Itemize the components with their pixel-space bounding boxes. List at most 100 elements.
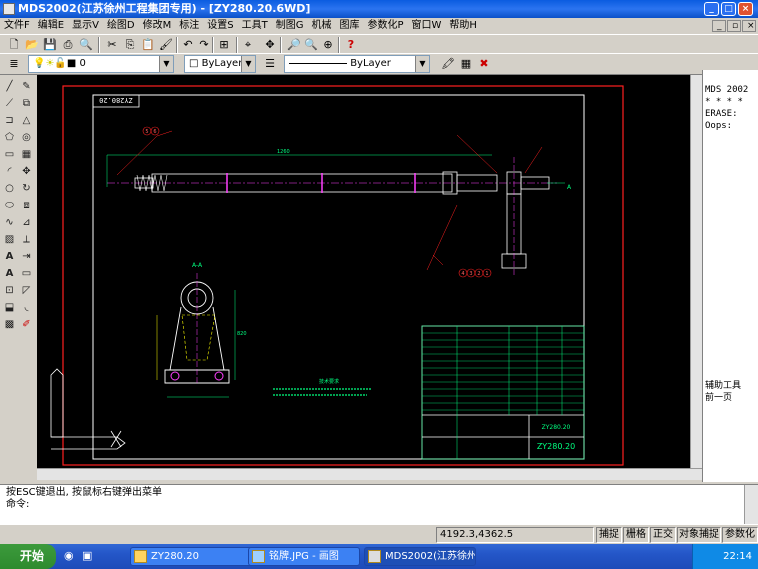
vertical-scrollbar[interactable] [690, 75, 702, 468]
move-icon[interactable]: ✥ [19, 164, 34, 179]
circle-icon[interactable]: ○ [2, 181, 17, 196]
print-icon[interactable]: ⎙ [60, 37, 76, 53]
command-scrollbar[interactable] [744, 485, 758, 525]
line-icon[interactable]: ╱ [2, 79, 17, 94]
parametric-toggle[interactable]: 参数化 [722, 527, 758, 543]
previous-page-label[interactable]: 前一页 [705, 392, 732, 404]
color-combo[interactable]: □ ByLayer ▼ [184, 55, 256, 73]
paste-icon[interactable]: 📋 [140, 37, 156, 53]
standard-toolbar: 🗋 📂 💾 ⎙ 🔍 ✂ ⎘ 📋 🖌 ↶ ↷ ⊞ ⌖ ✥ 🔎 🔍 ⊕ ? [0, 34, 758, 54]
trim-icon[interactable]: ⟂ [19, 232, 34, 247]
start-button[interactable]: 开始 [0, 544, 56, 569]
browser-quicklaunch-icon[interactable]: ◉ [64, 549, 74, 562]
taskbar: 开始 ◉ ▣ ZY280.20 铭牌.JPG - 画图 MDS2002(江苏徐州… [0, 544, 758, 569]
menu-edit[interactable]: 编辑E [34, 18, 68, 34]
chamfer-icon[interactable]: ◸ [19, 283, 34, 298]
break-icon[interactable]: ▭ [19, 266, 34, 281]
layer-manager-icon[interactable]: ≣ [6, 56, 22, 72]
menu-view[interactable]: 显示V [68, 18, 103, 34]
hatch-icon[interactable]: ▨ [2, 232, 17, 247]
cut-icon[interactable]: ✂ [104, 37, 120, 53]
command-prompt[interactable]: 命令: [6, 499, 752, 511]
menu-window[interactable]: 窗口W [408, 18, 446, 34]
menu-modify[interactable]: 修改M [139, 18, 176, 34]
menu-library[interactable]: 图库 [336, 18, 364, 34]
undo-icon[interactable]: ↶ [180, 37, 196, 53]
menu-parametric[interactable]: 参数化P [364, 18, 408, 34]
text-icon[interactable]: A [2, 249, 17, 264]
polygon-icon[interactable]: ⬠ [2, 130, 17, 145]
properties-icon[interactable]: ▦ [458, 56, 474, 72]
menu-mechanical[interactable]: 机械 [308, 18, 336, 34]
zoom-window-icon[interactable]: 🔍 [303, 37, 319, 53]
preview-icon[interactable]: 🔍 [78, 37, 94, 53]
explode-icon[interactable]: ✐ [19, 317, 34, 332]
fillet-icon[interactable]: ◟ [19, 300, 34, 315]
desktop-quicklaunch-icon[interactable]: ▣ [82, 549, 92, 562]
doc-close-button[interactable]: × [742, 20, 756, 32]
menu-file[interactable]: 文件F [0, 18, 34, 34]
stretch-icon[interactable]: ⊿ [19, 215, 34, 230]
match-prop-icon[interactable]: 🖌 [158, 37, 174, 53]
task-paint[interactable]: 铭牌.JPG - 画图 [248, 547, 360, 566]
ortho-toggle[interactable]: 正交 [650, 527, 676, 543]
save-icon[interactable]: 💾 [42, 37, 58, 53]
array-icon[interactable]: ▦ [19, 147, 34, 162]
xline-icon[interactable]: ⟋ [2, 96, 17, 111]
copy-tool-icon[interactable]: ⧉ [19, 96, 34, 111]
offset-icon[interactable]: ◎ [19, 130, 34, 145]
point-icon[interactable]: ⊡ [2, 283, 17, 298]
horizontal-scrollbar[interactable] [37, 468, 702, 480]
command-area[interactable]: 按ESC键退出, 按鼠标右键弹出菜单 命令: [0, 484, 758, 525]
chevron-down-icon[interactable]: ▼ [159, 56, 173, 72]
menu-draw[interactable]: 绘图D [103, 18, 139, 34]
polyline-icon[interactable]: ⊐ [2, 113, 17, 128]
menu-settings[interactable]: 设置S [203, 18, 237, 34]
extend-icon[interactable]: ⇥ [19, 249, 34, 264]
menu-dimension[interactable]: 标注 [175, 18, 203, 34]
doc-restore-button[interactable]: ▫ [727, 20, 741, 32]
redo-icon[interactable]: ↷ [196, 37, 212, 53]
drawing-canvas[interactable]: ZY280.20 1260 5 6 A 4 3 2 1 A-A 820 技术要求… [37, 75, 690, 468]
rotate-icon[interactable]: ↻ [19, 181, 34, 196]
help-icon[interactable]: ? [343, 37, 359, 53]
region-icon[interactable]: ⬓ [2, 300, 17, 315]
grid-toggle[interactable]: 栅格 [623, 527, 649, 543]
snap-icon[interactable]: ⌖ [240, 37, 256, 53]
task-folder[interactable]: ZY280.20 [130, 547, 252, 566]
task-mds2002[interactable]: MDS2002(江苏徐州... [364, 547, 476, 566]
doc-minimize-button[interactable]: _ [712, 20, 726, 32]
pan-icon[interactable]: ✥ [262, 37, 278, 53]
solid-icon[interactable]: ▩ [2, 317, 17, 332]
chevron-down-icon[interactable]: ▼ [241, 56, 255, 72]
layer-combo[interactable]: 💡☀🔓■ 0 ▼ [28, 55, 174, 73]
arc-icon[interactable]: ◜ [2, 164, 17, 179]
rectangle-icon[interactable]: ▭ [2, 147, 17, 162]
linetype-manager-icon[interactable]: ☰ [262, 56, 278, 72]
copy-icon[interactable]: ⎘ [122, 37, 138, 53]
close-button[interactable]: × [738, 2, 753, 16]
menu-drafting[interactable]: 制图G [272, 18, 308, 34]
zoom-realtime-icon[interactable]: 🔎 [286, 37, 302, 53]
linetype-combo[interactable]: ByLayer ▼ [284, 55, 430, 73]
minimize-button[interactable]: _ [704, 2, 719, 16]
spline-icon[interactable]: ∿ [2, 215, 17, 230]
mirror-icon[interactable]: △ [19, 113, 34, 128]
chevron-down-icon[interactable]: ▼ [415, 56, 429, 72]
block-icon[interactable]: ⊞ [216, 37, 232, 53]
zoom-previous-icon[interactable]: ⊕ [320, 37, 336, 53]
open-file-icon[interactable]: 📂 [24, 37, 40, 53]
erase-tool-icon[interactable]: ✎ [19, 79, 34, 94]
snap-toggle[interactable]: 捕捉 [596, 527, 622, 543]
new-file-icon[interactable]: 🗋 [6, 37, 22, 53]
erase-icon[interactable]: ✖ [476, 56, 492, 72]
menu-help[interactable]: 帮助H [445, 18, 481, 34]
maximize-button[interactable]: □ [721, 2, 736, 16]
osnap-toggle[interactable]: 对象捕捉 [677, 527, 721, 543]
helper-tools-label[interactable]: 辅助工具 [705, 380, 741, 392]
menu-tools[interactable]: 工具T [238, 18, 272, 34]
match-icon[interactable]: 🖍 [440, 56, 456, 72]
scale-icon[interactable]: ⧈ [19, 198, 34, 213]
mtext-icon[interactable]: A [2, 266, 17, 281]
ellipse-icon[interactable]: ⬭ [2, 198, 17, 213]
